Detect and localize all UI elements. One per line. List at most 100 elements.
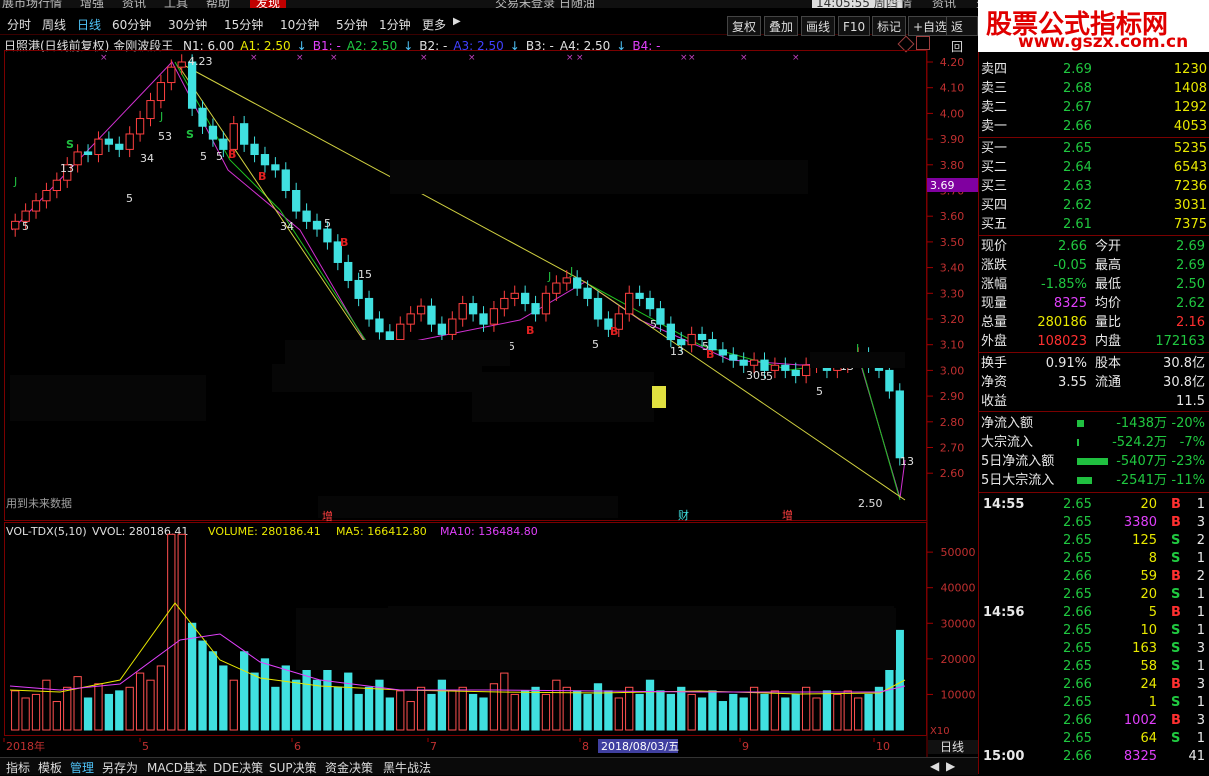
menu-item[interactable]: 帮助 xyxy=(206,0,230,8)
volume-bar xyxy=(177,533,186,731)
signal-marker: × xyxy=(566,53,574,63)
volume-bar xyxy=(843,690,852,731)
toolbar-button[interactable]: F10 xyxy=(838,16,871,36)
flow-bar xyxy=(1077,439,1079,446)
chart-annotation: 15 xyxy=(358,268,372,281)
volume-bar xyxy=(146,679,155,731)
quote-row: 涨跌 -0.05 最高 2.69 xyxy=(981,256,1207,275)
event-marker[interactable]: 增 xyxy=(322,509,333,523)
tick-count: 3 xyxy=(1196,641,1205,656)
indicator-tab[interactable]: MACD基本 xyxy=(147,759,207,776)
menu-item[interactable]: 展市场行情 xyxy=(2,0,62,8)
date-label: 8 xyxy=(582,740,589,753)
period-tab[interactable]: 周线 xyxy=(42,16,66,33)
volume-bar xyxy=(729,693,738,731)
volume-bar xyxy=(52,701,61,731)
volume-bar xyxy=(344,672,353,731)
order-label: 买四 xyxy=(981,198,1008,213)
candle-body xyxy=(500,297,509,310)
date-label: 9 xyxy=(742,740,749,753)
volume-bar xyxy=(437,679,447,731)
redacted-region xyxy=(472,372,654,422)
menubar-action[interactable]: 资讯 xyxy=(932,0,956,8)
order-label: 卖四 xyxy=(981,62,1008,77)
toolbar-button[interactable]: 复权 xyxy=(727,16,762,36)
menu-item[interactable]: 发现 xyxy=(250,0,287,8)
price-label: 3.20 xyxy=(940,313,965,326)
period-tab[interactable]: 1分钟 xyxy=(379,16,411,33)
wave-line-yellow xyxy=(177,61,906,501)
chart-annotation: S xyxy=(186,128,194,141)
event-marker[interactable]: 增 xyxy=(782,508,793,522)
indicator-tab[interactable]: 指标 xyxy=(6,759,30,776)
menu-item[interactable]: 增强 xyxy=(80,0,104,8)
quote-row: 卖三 2.68 1408 xyxy=(981,79,1207,98)
period-tab[interactable]: 分时 xyxy=(7,16,31,33)
volume-bar xyxy=(21,697,30,731)
period-tab[interactable]: 60分钟 xyxy=(112,16,151,33)
signal-marker: × xyxy=(420,53,428,63)
candle-body xyxy=(104,138,114,145)
candle-body xyxy=(125,133,134,150)
period-tab[interactable]: 日线 xyxy=(77,16,101,33)
stat-label: 现价 xyxy=(981,239,1008,254)
kline-chart[interactable]: 4.204.104.003.903.803.703.603.503.403.30… xyxy=(0,50,978,757)
candle-body xyxy=(167,66,176,84)
quote-row: 涨幅 -1.85% 最低 2.50 xyxy=(981,275,1207,294)
candle-body xyxy=(177,61,186,68)
toolbar-button[interactable]: 标记 xyxy=(872,16,907,36)
period-tab[interactable]: 30分钟 xyxy=(168,16,207,33)
indicator-tab[interactable]: 黑牛战法 xyxy=(383,759,431,776)
menu-item[interactable]: 资讯 xyxy=(122,0,146,8)
price-label: 3.80 xyxy=(940,159,965,172)
indicator-tab[interactable]: 资金决策 xyxy=(325,759,373,776)
quote-row: 买三 2.63 7236 xyxy=(981,177,1207,196)
indicator-tab[interactable]: SUP决策 xyxy=(269,759,317,776)
tick-time: 14:56 xyxy=(983,605,1025,620)
event-flag xyxy=(652,386,666,408)
high-label: 4.23 xyxy=(188,55,213,68)
stat-label: 最高 xyxy=(1095,258,1122,273)
tick-volume: 8 xyxy=(1148,551,1157,566)
indicator-tab[interactable]: 管理 xyxy=(70,759,94,776)
tab-scroll-left-icon[interactable]: ◀ xyxy=(930,759,939,773)
toolbar-button[interactable]: 叠加 xyxy=(764,16,799,36)
indicator-tab[interactable]: 另存为 xyxy=(102,759,138,776)
menu-item[interactable]: 工具 xyxy=(164,0,188,8)
tab-scroll-right-icon[interactable]: ▶ xyxy=(946,759,955,773)
signal-marker: × xyxy=(792,53,800,63)
volume-bar xyxy=(11,690,20,731)
candle-body xyxy=(135,118,145,135)
volume-bar xyxy=(697,697,707,731)
candle-body xyxy=(416,305,426,315)
quote-row: 净流入额 -1438万 -20% xyxy=(981,414,1207,433)
volume-bar xyxy=(635,693,644,731)
volume-bar xyxy=(791,693,800,731)
period-tab[interactable]: 更多 xyxy=(422,16,446,33)
stat-value: 0.91% xyxy=(1045,356,1087,371)
candle-body xyxy=(510,292,519,299)
tick-side: S xyxy=(1171,533,1181,548)
order-volume: 1292 xyxy=(1173,100,1207,115)
period-tab[interactable]: 5分钟 xyxy=(336,16,368,33)
volume-bar xyxy=(541,693,551,731)
toolbar-button[interactable]: 返回 xyxy=(946,16,978,54)
toolbar-button[interactable]: 画线 xyxy=(801,16,836,36)
price-label: 2.80 xyxy=(940,416,965,429)
more-dropdown-icon[interactable]: ▶ xyxy=(453,16,461,27)
menubar-action[interactable]: 行情 xyxy=(888,0,912,8)
chart-close-icon[interactable] xyxy=(916,36,930,50)
period-tab[interactable]: 10分钟 xyxy=(280,16,319,33)
indicator-tab[interactable]: 模板 xyxy=(38,759,62,776)
flow-label: 5日大宗流入 xyxy=(981,473,1055,488)
quote-row: 换手 0.91% 股本 30.8亿 xyxy=(981,354,1207,373)
event-marker[interactable]: 财 xyxy=(678,508,689,522)
volume-label: 50000 xyxy=(941,546,976,559)
order-volume: 6543 xyxy=(1173,160,1207,175)
stat-label: 今开 xyxy=(1095,239,1122,254)
order-price: 2.61 xyxy=(1063,217,1092,232)
volume-bar xyxy=(604,690,613,731)
period-tab[interactable]: 15分钟 xyxy=(224,16,263,33)
tick-price: 2.65 xyxy=(1063,533,1092,548)
indicator-tab[interactable]: DDE决策 xyxy=(213,759,263,776)
